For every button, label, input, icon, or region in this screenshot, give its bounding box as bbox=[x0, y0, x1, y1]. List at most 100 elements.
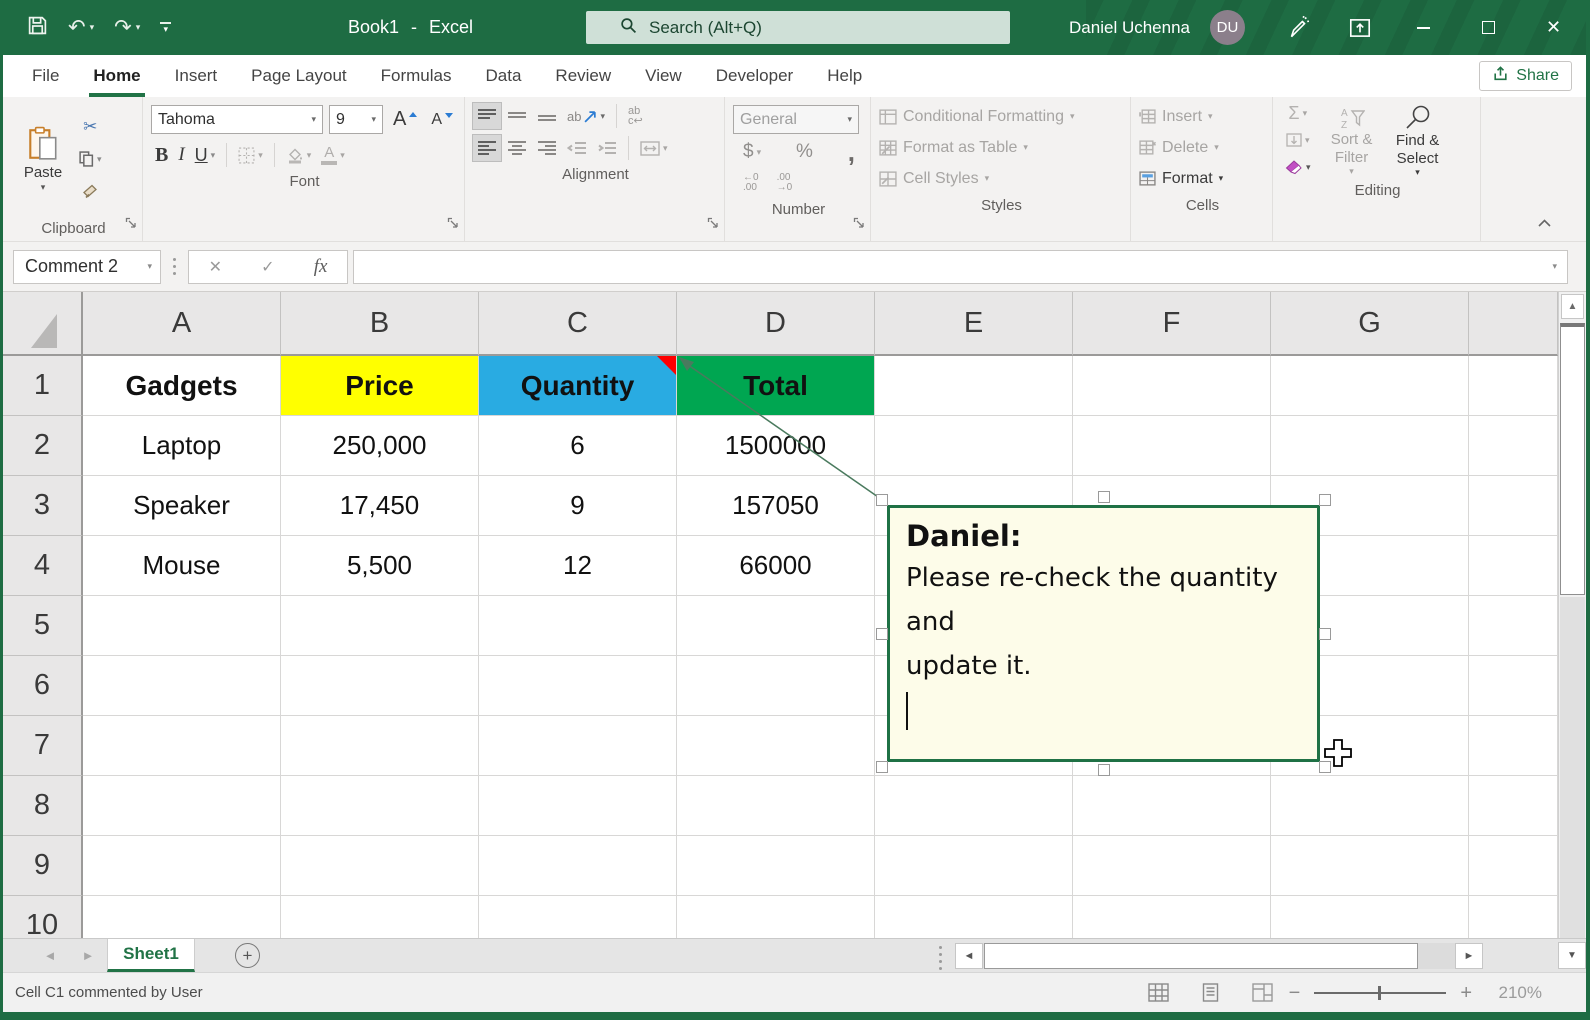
cell-C5[interactable] bbox=[479, 596, 677, 656]
maximize-button[interactable] bbox=[1456, 0, 1521, 55]
format-as-table-button[interactable]: Format as Table▾ bbox=[879, 134, 1124, 161]
zoom-slider[interactable] bbox=[1314, 985, 1446, 1001]
decrease-font-size-button[interactable]: A bbox=[427, 107, 457, 133]
cell-A9[interactable] bbox=[83, 836, 281, 896]
cell-styles-button[interactable]: Cell Styles▾ bbox=[879, 165, 1124, 192]
cell-B7[interactable] bbox=[281, 716, 479, 776]
copy-button[interactable]: ▾ bbox=[75, 146, 106, 172]
cell-G10[interactable] bbox=[1271, 896, 1469, 938]
resize-handle-top-right[interactable] bbox=[1319, 494, 1331, 506]
cell-A6[interactable] bbox=[83, 656, 281, 716]
borders-button[interactable]: ▾ bbox=[234, 142, 267, 168]
cell-partial1[interactable] bbox=[1469, 356, 1558, 416]
cell-C10[interactable] bbox=[479, 896, 677, 938]
scroll-down-arrow-icon[interactable]: ▼ bbox=[1558, 942, 1586, 969]
cell-E9[interactable] bbox=[875, 836, 1073, 896]
cell-A1[interactable]: Gadgets bbox=[83, 356, 281, 416]
ribbon-display-options-icon[interactable] bbox=[1329, 0, 1391, 55]
number-format-select[interactable]: General▾ bbox=[733, 105, 859, 134]
wrap-text-button[interactable]: abc↩ bbox=[624, 103, 647, 129]
cell-partial3[interactable] bbox=[1469, 476, 1558, 536]
share-button[interactable]: Share bbox=[1479, 61, 1572, 91]
cell-partial10[interactable] bbox=[1469, 896, 1558, 938]
comment-box[interactable]: Daniel: Please re-check the quantity and… bbox=[887, 505, 1320, 762]
format-cells-button[interactable]: Format▾ bbox=[1139, 165, 1266, 192]
number-dialog-launcher[interactable] bbox=[853, 216, 865, 234]
horizontal-scrollbar-thumb[interactable] bbox=[984, 943, 1418, 969]
feedback-pen-icon[interactable] bbox=[1267, 0, 1329, 55]
cell-C3[interactable]: 9 bbox=[479, 476, 677, 536]
resize-handle-middle-left[interactable] bbox=[876, 628, 888, 640]
customize-quick-access-button[interactable]: ▾ bbox=[160, 22, 171, 34]
row-header-3[interactable]: 3 bbox=[3, 476, 83, 536]
middle-align-button[interactable] bbox=[503, 103, 531, 129]
save-icon[interactable] bbox=[27, 15, 48, 41]
resize-handle-bottom-left[interactable] bbox=[876, 761, 888, 773]
align-right-button[interactable] bbox=[533, 135, 561, 161]
cell-D3[interactable]: 157050 bbox=[677, 476, 875, 536]
zoom-slider-thumb[interactable] bbox=[1378, 986, 1381, 1000]
row-header-7[interactable]: 7 bbox=[3, 716, 83, 776]
cell-D10[interactable] bbox=[677, 896, 875, 938]
cell-A3[interactable]: Speaker bbox=[83, 476, 281, 536]
vertical-scrollbar-thumb[interactable] bbox=[1560, 323, 1585, 595]
collapse-ribbon-button[interactable] bbox=[1537, 215, 1552, 233]
search-input[interactable]: Search (Alt+Q) bbox=[586, 11, 1010, 44]
zoom-level[interactable]: 210% bbox=[1472, 983, 1542, 1003]
column-header-A[interactable]: A bbox=[83, 292, 281, 356]
sheet-nav-right-icon[interactable]: ► bbox=[69, 939, 107, 972]
tab-file[interactable]: File bbox=[15, 55, 76, 97]
cell-C6[interactable] bbox=[479, 656, 677, 716]
fill-button[interactable]: ▾ bbox=[1281, 130, 1315, 150]
row-header-10[interactable]: 10 bbox=[3, 896, 83, 938]
chevron-down-icon[interactable]: ▾ bbox=[136, 23, 141, 32]
tab-data[interactable]: Data bbox=[469, 55, 539, 97]
column-header-partial[interactable] bbox=[1469, 292, 1558, 356]
cell-C1[interactable]: Quantity bbox=[479, 356, 677, 416]
zoom-out-button[interactable]: − bbox=[1289, 983, 1301, 1003]
cell-B6[interactable] bbox=[281, 656, 479, 716]
merge-center-button[interactable]: ▾ bbox=[636, 135, 672, 161]
tab-view[interactable]: View bbox=[628, 55, 699, 97]
font-size-select[interactable]: 9▾ bbox=[329, 105, 383, 134]
cell-C8[interactable] bbox=[479, 776, 677, 836]
resize-handle-bottom-middle[interactable] bbox=[1098, 764, 1110, 776]
cell-C9[interactable] bbox=[479, 836, 677, 896]
minimize-button[interactable] bbox=[1391, 0, 1456, 55]
cell-G2[interactable] bbox=[1271, 416, 1469, 476]
row-header-1[interactable]: 1 bbox=[3, 356, 83, 416]
zoom-in-button[interactable]: + bbox=[1460, 983, 1472, 1003]
cell-F1[interactable] bbox=[1073, 356, 1271, 416]
cell-partial8[interactable] bbox=[1469, 776, 1558, 836]
row-header-8[interactable]: 8 bbox=[3, 776, 83, 836]
scroll-left-arrow-icon[interactable]: ◄ bbox=[955, 943, 983, 969]
resize-handle-top-middle[interactable] bbox=[1098, 491, 1110, 503]
tab-developer[interactable]: Developer bbox=[699, 55, 811, 97]
increase-decimal-button[interactable]: ←0.00 bbox=[739, 170, 763, 196]
column-header-E[interactable]: E bbox=[875, 292, 1073, 356]
cut-button[interactable]: ✂ bbox=[75, 114, 106, 140]
row-header-5[interactable]: 5 bbox=[3, 596, 83, 656]
font-dialog-launcher[interactable] bbox=[447, 216, 459, 234]
cell-partial7[interactable] bbox=[1469, 716, 1558, 776]
sort-filter-button[interactable]: AZ Sort & Filter▾ bbox=[1323, 103, 1381, 177]
resize-handle-top-left[interactable] bbox=[876, 494, 888, 506]
format-painter-button[interactable] bbox=[75, 178, 106, 204]
cell-A2[interactable]: Laptop bbox=[83, 416, 281, 476]
scroll-up-arrow-icon[interactable]: ▲ bbox=[1561, 294, 1584, 319]
column-header-F[interactable]: F bbox=[1073, 292, 1271, 356]
scrollbar-splitter[interactable] bbox=[939, 946, 942, 970]
align-center-button[interactable] bbox=[503, 135, 531, 161]
resize-handle-middle-right[interactable] bbox=[1319, 628, 1331, 640]
increase-indent-button[interactable] bbox=[593, 135, 621, 161]
cell-B9[interactable] bbox=[281, 836, 479, 896]
undo-button[interactable]: ↶▾ bbox=[68, 17, 94, 38]
cancel-icon[interactable]: ✕ bbox=[209, 257, 222, 277]
cell-E1[interactable] bbox=[875, 356, 1073, 416]
cell-D6[interactable] bbox=[677, 656, 875, 716]
align-left-button[interactable] bbox=[473, 135, 501, 161]
cell-D4[interactable]: 66000 bbox=[677, 536, 875, 596]
cell-B10[interactable] bbox=[281, 896, 479, 938]
cell-E8[interactable] bbox=[875, 776, 1073, 836]
select-all-corner[interactable] bbox=[3, 292, 83, 356]
